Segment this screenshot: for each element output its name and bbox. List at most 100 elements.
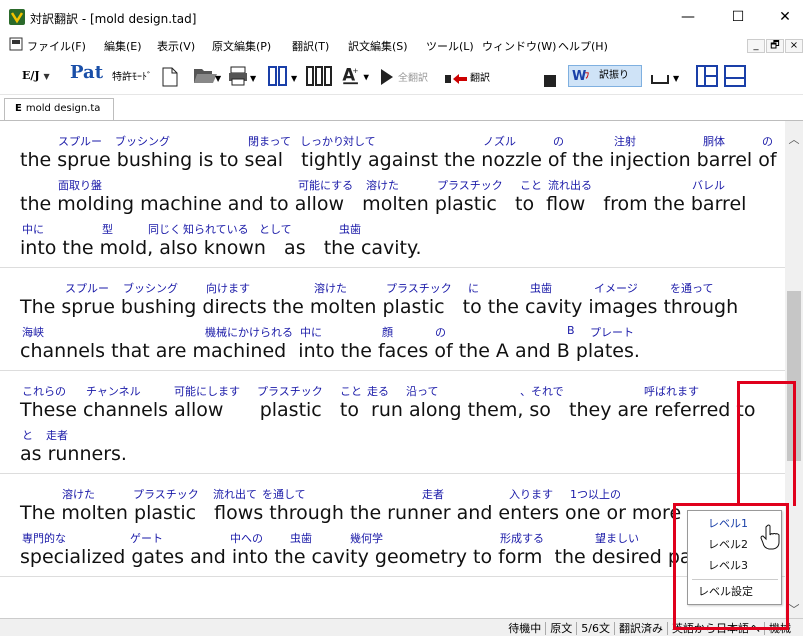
japanese-annotation: 機械にかけられる — [205, 326, 293, 339]
furigana-toggle-button[interactable]: Wﾌ 訳振り — [568, 65, 642, 87]
mdi-restore-button[interactable]: 🗗 — [766, 39, 784, 53]
menu-item-level-3[interactable]: レベル3 — [688, 556, 781, 576]
japanese-annotation: 形成する — [500, 532, 544, 545]
open-folder-icon[interactable]: ▼ — [193, 65, 223, 87]
japanese-annotation: 中への — [230, 532, 263, 545]
sentence-segment[interactable]: 溶けた プラスチック 流れ出て を通して 走者 入ります 1つ以上の The molten p… — [0, 474, 785, 577]
translation-furigana-icon: Wﾌ — [572, 69, 589, 84]
japanese-annotation-line: と走者 — [0, 423, 785, 442]
japanese-annotation: 閉まって — [248, 135, 292, 148]
japanese-annotation: ノズル — [483, 135, 516, 148]
japanese-annotation: 1つ以上の — [570, 488, 621, 501]
japanese-annotation: ブッシング — [115, 135, 170, 148]
status-translated: 翻訳済み — [615, 622, 668, 635]
japanese-annotation: 流れ出る — [548, 179, 592, 192]
split-horizontal-layout-icon[interactable] — [724, 65, 746, 87]
english-source-line[interactable]: the sprue bushing is to seal tightly aga… — [0, 147, 785, 173]
japanese-annotation-line: スプルー ブッシング 向けます 溶けた プラスチック に 虫歯 イメージ を通って — [0, 276, 785, 295]
english-source-line[interactable]: channels that are machined into the face… — [0, 338, 785, 364]
underline-style-icon[interactable]: ▼ — [650, 65, 684, 87]
japanese-annotation: 対して — [343, 135, 376, 148]
svg-text:▼: ▼ — [291, 74, 298, 83]
toolbar: E/J ▼ Pat 特許ﾓｰﾄﾞ ▼ ▼ ▼ A + ▼ 全翻訳 翻訳 Wﾌ 訳振り… — [0, 57, 803, 95]
menu-help[interactable]: ヘルプ(H) — [558, 38, 608, 54]
japanese-annotation: を通って — [670, 282, 714, 295]
mdi-minimize-button[interactable]: _ — [747, 39, 765, 53]
english-source-line[interactable]: specialized gates and into the cavity ge… — [0, 544, 785, 570]
translate-button[interactable]: 翻訳 — [470, 69, 490, 91]
japanese-annotation: これらの — [22, 385, 66, 398]
chevron-down-icon: ▼ — [43, 71, 50, 81]
status-mode: 原文 — [546, 622, 578, 635]
translate-all-button[interactable]: 全翻訳 — [398, 69, 428, 91]
english-source-line[interactable]: into the mold, also known as the cavity. — [0, 235, 785, 261]
japanese-annotation: 溶けた — [314, 282, 347, 295]
menu-file[interactable]: ファイル(F) — [27, 38, 86, 54]
print-icon[interactable]: ▼ — [228, 65, 260, 87]
japanese-annotation: 可能にします — [174, 385, 240, 398]
translation-document-area[interactable]: スプルー ブッシング 閉まって しっかり 対して ノズルの注射 胴体の the sprue b… — [0, 121, 785, 618]
tab-bar: Emold design.ta — [0, 95, 803, 121]
english-source-line[interactable]: These channels allow plastic to run alon… — [0, 397, 785, 423]
mdi-close-button[interactable]: × — [785, 39, 803, 53]
menu-view[interactable]: 表示(V) — [157, 38, 195, 54]
direction-button[interactable]: E/J ▼ — [22, 69, 50, 91]
japanese-annotation: 虫歯 — [290, 532, 312, 545]
maximize-button[interactable]: ☐ — [715, 0, 761, 34]
japanese-annotation-line: 面取り盤 可能にする 溶けた プラスチック こと 流れ出る バレル — [0, 173, 785, 192]
menu-tools[interactable]: ツール(L) — [426, 38, 474, 54]
status-state: 待機中 — [504, 622, 547, 635]
stop-icon[interactable] — [544, 70, 556, 92]
japanese-annotation: 走る — [367, 385, 389, 398]
japanese-annotation: 沿って — [406, 385, 439, 398]
columns-view-icon[interactable] — [306, 65, 332, 87]
close-button[interactable]: ✕ — [762, 0, 803, 34]
split-vertical-layout-icon[interactable] — [696, 65, 718, 87]
sentence-segment[interactable]: スプルー ブッシング 向けます 溶けた プラスチック に 虫歯 イメージ を通って The spr… — [0, 268, 785, 371]
english-source-line[interactable]: as runners. — [0, 441, 785, 467]
japanese-annotation: 可能にする — [298, 179, 354, 192]
menu-item-level-settings[interactable]: レベル設定 — [688, 582, 781, 602]
japanese-annotation: 呼ばれます — [644, 385, 699, 398]
patent-mode-button[interactable]: 特許ﾓｰﾄﾞ — [112, 68, 152, 90]
document-tab[interactable]: Emold design.ta — [4, 98, 114, 120]
japanese-annotation-line: これらの チャンネル 可能にします プラスチック こと 走る 沿って 、それで 呼ばれます — [0, 379, 785, 398]
japanese-annotation: 流れ出て — [213, 488, 257, 501]
play-translate-icon[interactable] — [379, 66, 395, 88]
japanese-annotation: プラスチック — [386, 282, 452, 295]
menu-translate[interactable]: 翻訳(T) — [292, 38, 329, 54]
sentence-segment[interactable]: これらの チャンネル 可能にします プラスチック こと 走る 沿って 、それで 呼ばれます The… — [0, 371, 785, 474]
japanese-annotation-line: 溶けた プラスチック 流れ出て を通して 走者 入ります 1つ以上の — [0, 482, 785, 501]
hand-cursor-icon — [760, 524, 780, 550]
side-by-side-view-icon[interactable]: ▼ — [268, 65, 302, 87]
window-title: 対訳翻訳 - [mold design.tad] — [30, 12, 197, 26]
japanese-annotation: 走者 — [422, 488, 444, 501]
japanese-annotation: プラスチック — [133, 488, 199, 501]
menu-window[interactable]: ウィンドウ(W) — [482, 38, 556, 54]
new-document-icon[interactable] — [162, 66, 178, 88]
english-source-line[interactable]: The molten plastic flows through the run… — [0, 500, 785, 526]
translate-arrow-icon[interactable] — [444, 68, 468, 90]
font-size-icon[interactable]: A+▼ — [340, 64, 374, 86]
tab-label: mold design.ta — [25, 103, 101, 114]
scroll-up-icon[interactable]: ︿ — [785, 131, 803, 147]
english-source-line[interactable]: the molding machine and to allow molten … — [0, 191, 785, 217]
japanese-annotation: 海峡 — [22, 326, 44, 339]
japanese-annotation: スプルー — [65, 282, 109, 295]
japanese-annotation: の — [435, 326, 446, 339]
patent-logo-icon[interactable]: Pat — [70, 62, 103, 84]
japanese-annotation: プレート — [590, 326, 634, 339]
menu-source-edit[interactable]: 原文編集(P) — [212, 38, 271, 54]
japanese-annotation: チャンネル — [86, 385, 141, 398]
japanese-annotation: 知られている — [183, 223, 249, 236]
minimize-button[interactable]: — — [665, 0, 711, 34]
menu-edit[interactable]: 編集(E) — [104, 38, 142, 54]
japanese-annotation: バレル — [692, 179, 725, 192]
menu-target-edit[interactable]: 訳文編集(S) — [348, 38, 408, 54]
japanese-annotation: に — [468, 282, 479, 295]
japanese-annotation: 虫歯 — [530, 282, 552, 295]
japanese-annotation: を通して — [262, 488, 306, 501]
sentence-segment[interactable]: スプルー ブッシング 閉まって しっかり 対して ノズル の 注射 胴体 の the sprue b… — [0, 121, 785, 268]
english-source-line[interactable]: The sprue bushing directs the molten pla… — [0, 294, 785, 320]
title-bar: 対訳翻訳 - [mold design.tad] — ☐ ✕ — [0, 0, 803, 34]
